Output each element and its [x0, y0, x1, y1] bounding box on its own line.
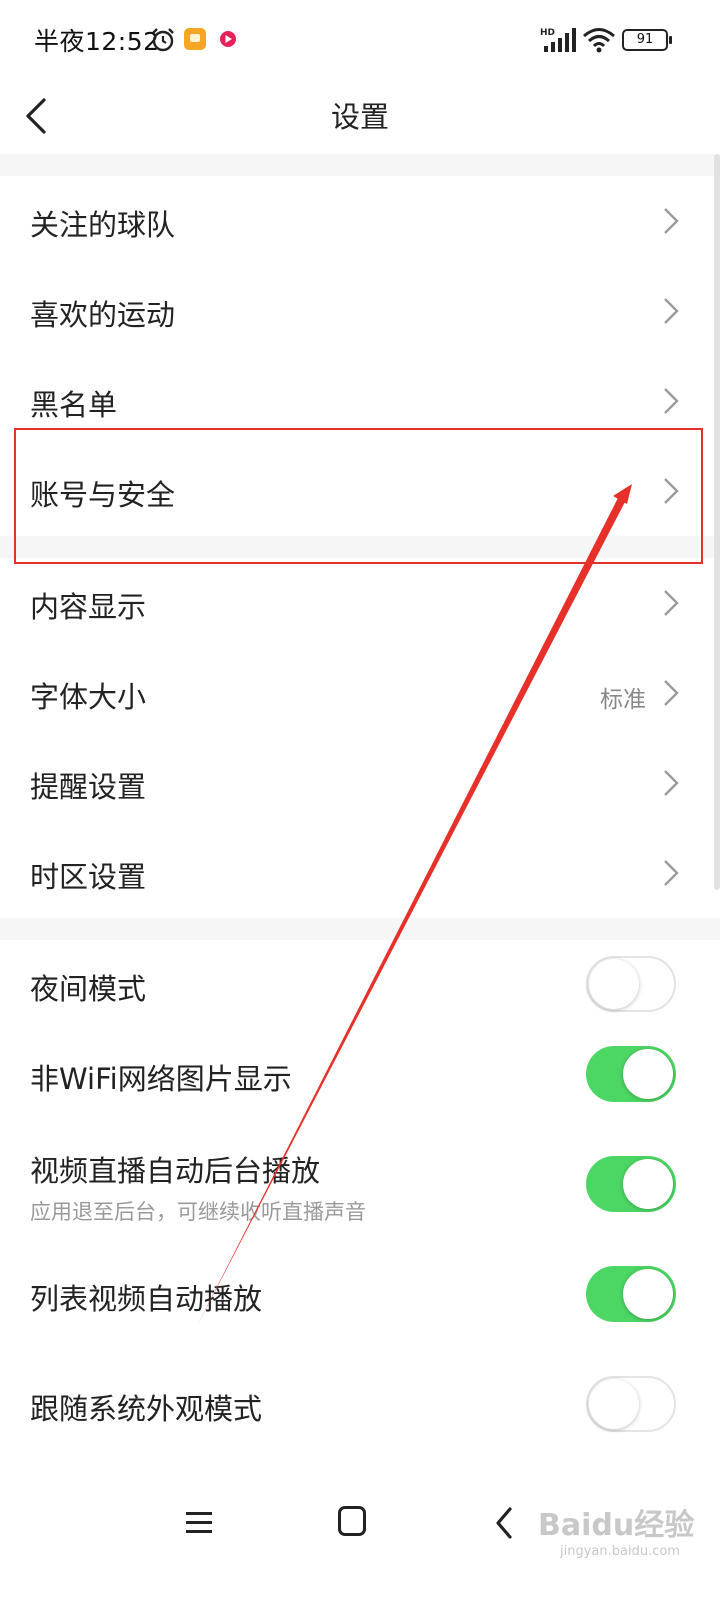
settings-row-font-size[interactable]: 字体大小 标准: [0, 648, 706, 738]
chevron-right-icon: [664, 770, 679, 796]
toggle-knob: [589, 1379, 639, 1429]
night-mode-toggle[interactable]: [586, 956, 676, 1012]
chevron-right-icon: [664, 388, 679, 414]
toggle-knob: [623, 1049, 673, 1099]
row-label: 黑名单: [30, 388, 118, 422]
toggle-knob: [623, 1269, 673, 1319]
row-label: 内容显示: [30, 590, 147, 624]
row-label: 列表视频自动播放: [30, 1282, 263, 1316]
chevron-right-icon: [664, 860, 679, 886]
svg-text:HD: HD: [540, 28, 555, 38]
chevron-right-icon: [664, 590, 679, 616]
row-label: 喜欢的运动: [30, 298, 176, 332]
home-button[interactable]: [338, 1506, 366, 1536]
baidu-watermark: Baidu经验: [538, 1508, 695, 1543]
background-playback-toggle[interactable]: [586, 1156, 676, 1212]
row-label: 提醒设置: [30, 770, 147, 804]
scrollbar[interactable]: [714, 154, 720, 890]
video-app-icon: [220, 31, 236, 47]
app-header: 设置: [0, 78, 720, 154]
toggle-knob: [623, 1159, 673, 1209]
follow-system-appearance-toggle[interactable]: [586, 1376, 676, 1432]
status-time: 半夜12:52: [34, 27, 160, 56]
chevron-right-icon: [664, 208, 679, 234]
settings-row-list-autoplay: 列表视频自动播放: [0, 1250, 706, 1340]
wifi-icon: [583, 28, 615, 53]
font-size-value: 标准: [600, 687, 646, 713]
chevron-right-icon: [664, 680, 679, 706]
alarm-icon: [152, 28, 174, 52]
row-label: 字体大小: [30, 680, 147, 714]
page-title: 设置: [330, 100, 389, 134]
non-wifi-images-toggle[interactable]: [586, 1046, 676, 1102]
battery-icon: 91: [622, 29, 672, 51]
chevron-right-icon: [664, 298, 679, 324]
section-divider: [0, 154, 720, 176]
settings-row-reminders[interactable]: 提醒设置: [0, 738, 706, 828]
settings-row-background-playback: 视频直播自动后台播放 应用退至后台，可继续收听直播声音: [0, 1120, 706, 1240]
menu-icon[interactable]: [184, 1508, 214, 1538]
settings-row-followed-teams[interactable]: 关注的球队: [0, 176, 706, 266]
settings-row-favorite-sports[interactable]: 喜欢的运动: [0, 266, 706, 356]
row-label: 视频直播自动后台播放: [30, 1154, 321, 1188]
row-label: 时区设置: [30, 860, 147, 894]
annotation-highlight-box: [14, 428, 703, 564]
app-notification-icon: [184, 28, 206, 50]
settings-row-night-mode: 夜间模式: [0, 940, 706, 1030]
row-label: 关注的球队: [30, 208, 176, 242]
battery-level: 91: [636, 32, 654, 47]
status-bar: 半夜12:52 HD 91: [0, 0, 720, 78]
row-label: 非WiFi网络图片显示: [30, 1062, 292, 1096]
signal-icon: HD: [540, 28, 576, 52]
toggle-knob: [589, 959, 639, 1009]
settings-row-non-wifi-images: 非WiFi网络图片显示: [0, 1030, 706, 1120]
settings-row-content-display[interactable]: 内容显示: [0, 558, 706, 648]
settings-row-timezone[interactable]: 时区设置: [0, 828, 706, 918]
section-divider: [0, 918, 720, 940]
settings-row-follow-system-appearance: 跟随系统外观模式: [0, 1360, 706, 1450]
row-label: 跟随系统外观模式: [30, 1392, 263, 1426]
nav-back-button[interactable]: [494, 1506, 514, 1540]
row-label: 夜间模式: [30, 972, 147, 1006]
baidu-watermark-url: jingyan.baidu.com: [560, 1544, 680, 1559]
list-autoplay-toggle[interactable]: [586, 1266, 676, 1322]
row-sublabel: 应用退至后台，可继续收听直播声音: [30, 1200, 366, 1224]
